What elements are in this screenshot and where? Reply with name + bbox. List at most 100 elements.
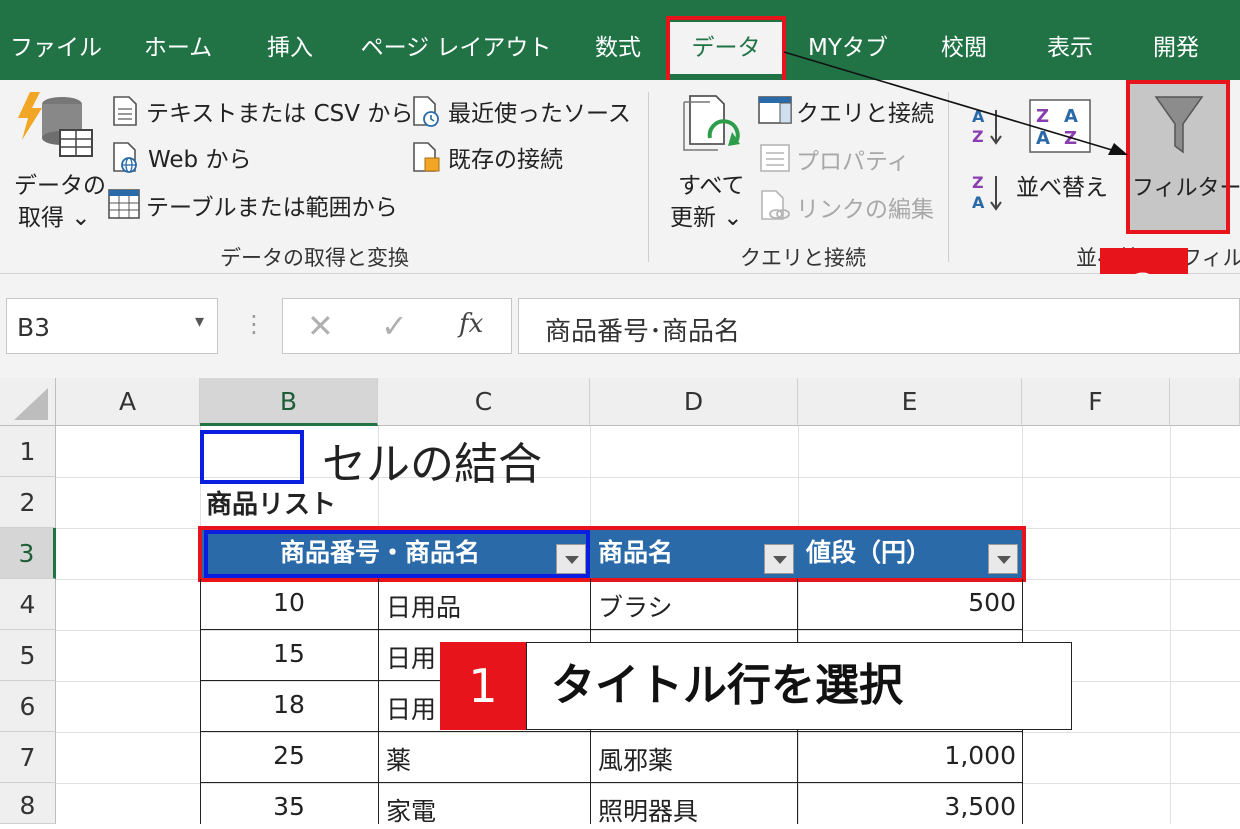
group-get-transform-label: データの取得と変換 [220, 246, 409, 270]
sort-button[interactable]: Z A A Z 並べ替え [1014, 96, 1114, 226]
column-header-a[interactable]: A [56, 378, 200, 426]
header-price-label: 値段（円） [806, 538, 932, 567]
table-cell[interactable]: 日用品 [386, 588, 461, 624]
group-separator [948, 92, 949, 262]
sort-ascending-button[interactable]: A Z [970, 104, 1004, 150]
tab-formulas[interactable]: 数式 [578, 22, 658, 74]
list-title: 商品リスト [206, 490, 337, 520]
text-file-icon [113, 96, 137, 126]
table-cell[interactable]: 18 [200, 690, 378, 719]
merge-legend-label: セルの結合 [322, 439, 542, 490]
header-product-name-label: 商品名 [598, 538, 674, 567]
table-cell[interactable]: 日用 [386, 639, 436, 675]
table-border [200, 782, 1023, 783]
svg-text:A: A [1036, 128, 1050, 149]
row-header-2[interactable]: 2 [0, 477, 56, 528]
tab-page-layout[interactable]: ページ レイアウト [356, 22, 556, 74]
filter-funnel-icon [1154, 96, 1204, 154]
row-header-4[interactable]: 4 [0, 579, 56, 630]
svg-text:Z: Z [972, 127, 984, 146]
queries-connections-label: クエリと接続 [796, 101, 934, 127]
column-header-e[interactable]: E [798, 378, 1022, 426]
edit-links-label: リンクの編集 [796, 197, 934, 223]
table-cell[interactable]: 日用 [386, 690, 436, 726]
tab-developer[interactable]: 開発 [1136, 22, 1216, 74]
database-icon [18, 92, 93, 157]
table-cell[interactable]: 500 [798, 588, 1016, 617]
web-page-icon [113, 142, 137, 173]
sort-descending-button[interactable]: Z A [970, 170, 1004, 216]
row-header-7[interactable]: 7 [0, 732, 56, 783]
table-border [378, 579, 379, 824]
formula-input[interactable]: 商品番号･商品名 [518, 298, 1240, 354]
refresh-all-label-1: すべて [678, 173, 745, 199]
cancel-entry-icon[interactable]: ✕ [307, 307, 334, 345]
refresh-all-label-2: 更新 ⌄ [670, 205, 743, 231]
table-border [200, 731, 1023, 732]
svg-text:Z: Z [972, 173, 984, 192]
existing-connection-icon [413, 142, 440, 172]
row-header-5[interactable]: 5 [0, 630, 56, 681]
insert-function-icon[interactable]: fx [459, 309, 483, 339]
filter-dropdown-e[interactable] [988, 544, 1018, 574]
recent-sources-label: 最近使ったソース [448, 101, 631, 127]
group-separator [648, 92, 649, 262]
step-1-badge: 1 [440, 642, 526, 730]
sort-az-icon: A Z [972, 107, 1002, 146]
merge-legend-swatch [200, 430, 304, 484]
table-border [200, 629, 1023, 630]
filter-button[interactable]: フィルター [1130, 84, 1240, 232]
row-header-8[interactable]: 8 [0, 783, 56, 824]
tab-file[interactable]: ファイル [8, 22, 104, 74]
filter-dropdown-b[interactable] [556, 544, 586, 574]
table-cell[interactable]: 25 [200, 741, 378, 770]
edit-links-icon [761, 190, 790, 220]
filter-label: フィルター [1132, 176, 1240, 201]
table-grid-icon [108, 189, 140, 219]
row-header-3[interactable]: 3 [0, 528, 56, 579]
select-all-triangle-icon [14, 388, 48, 420]
table-cell[interactable]: 35 [200, 792, 378, 821]
column-header-b[interactable]: B [200, 378, 378, 426]
table-cell[interactable]: ブラシ [598, 588, 673, 624]
refresh-icon [683, 95, 740, 151]
table-cell[interactable]: 10 [200, 588, 378, 617]
queries-panel-icon [758, 96, 792, 124]
gridline [56, 630, 1240, 631]
tab-data[interactable]: データ [670, 22, 782, 74]
sort-dialog-icon: Z A A Z [1029, 99, 1091, 153]
tab-review[interactable]: 校閲 [924, 22, 1004, 74]
recent-clock-icon [413, 96, 439, 127]
sort-label: 並べ替え [1016, 175, 1108, 201]
table-cell[interactable]: 風邪薬 [598, 741, 673, 777]
table-cell[interactable]: 3,500 [798, 792, 1016, 821]
existing-connections-label: 既存の接続 [448, 147, 563, 173]
tab-my-tab[interactable]: MYタブ [800, 22, 896, 74]
get-data-label-2: 取得 ⌄ [18, 205, 91, 231]
column-header-d[interactable]: D [590, 378, 798, 426]
filter-dropdown-d[interactable] [764, 544, 794, 574]
table-cell[interactable]: 15 [200, 639, 378, 668]
select-all-corner[interactable] [0, 378, 56, 426]
name-box-dropdown-icon[interactable]: ▾ [195, 311, 204, 332]
row-header-1[interactable]: 1 [0, 426, 56, 477]
get-data-label-1: データの [14, 173, 106, 199]
table-cell[interactable]: 照明器具 [598, 792, 698, 828]
tab-view[interactable]: 表示 [1030, 22, 1110, 74]
gridline [56, 732, 1240, 733]
confirm-entry-icon[interactable]: ✓ [381, 307, 408, 345]
column-header-f[interactable]: F [1022, 378, 1170, 426]
table-cell[interactable]: 家電 [386, 792, 436, 828]
column-header-c[interactable]: C [378, 378, 590, 426]
column-header-g[interactable] [1170, 378, 1240, 426]
header-product-number-name[interactable]: 商品番号・商品名 [200, 528, 590, 578]
svg-text:Z: Z [1064, 128, 1077, 149]
text-csv-label: テキストまたは CSV から [146, 101, 414, 127]
name-box[interactable]: B3 ▾ [6, 298, 218, 354]
table-cell[interactable]: 1,000 [798, 741, 1016, 770]
table-cell[interactable]: 薬 [386, 741, 411, 777]
row-header-6[interactable]: 6 [0, 681, 56, 732]
name-box-value: B3 [17, 313, 51, 342]
tab-insert[interactable]: 挿入 [250, 22, 330, 74]
tab-home[interactable]: ホーム [126, 22, 230, 74]
